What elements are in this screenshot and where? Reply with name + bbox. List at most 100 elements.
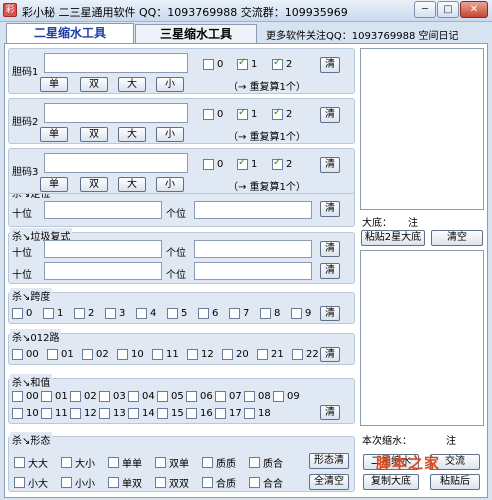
route-check-11-box[interactable]	[152, 349, 163, 360]
span-check-6[interactable]: 6	[198, 308, 218, 319]
sum-check-18-box[interactable]	[244, 408, 255, 419]
form-check-6-box[interactable]	[14, 477, 25, 488]
span-clear-button[interactable]: 清	[320, 306, 340, 321]
dan-odd-button-3[interactable]: 单	[40, 177, 68, 192]
dan-check0-2[interactable]: 0	[203, 109, 223, 120]
base-text-area[interactable]	[360, 48, 484, 210]
sum-check-03[interactable]: 03	[99, 391, 126, 402]
route-check-00-box[interactable]	[12, 349, 23, 360]
form-check-10[interactable]: 合质	[202, 475, 236, 490]
dan-check0-2-box[interactable]	[203, 109, 214, 120]
append-button[interactable]: 粘贴后	[430, 474, 480, 490]
sum-check-04[interactable]: 04	[128, 391, 155, 402]
sum-check-14-box[interactable]	[128, 408, 139, 419]
route-check-22[interactable]: 22	[292, 349, 319, 360]
form-check-1[interactable]: 大小	[61, 455, 95, 470]
dan-check1-2-box[interactable]	[237, 107, 248, 120]
route-check-01[interactable]: 01	[47, 349, 74, 360]
form-check-8[interactable]: 单双	[108, 475, 142, 490]
combo-ten-input-1[interactable]	[44, 240, 162, 258]
dan-check1-3[interactable]: 1	[237, 157, 257, 170]
route-check-00[interactable]: 00	[12, 349, 39, 360]
sum-check-17-box[interactable]	[215, 408, 226, 419]
span-check-5[interactable]: 5	[167, 308, 187, 319]
span-check-2[interactable]: 2	[74, 308, 94, 319]
dan-even-button-1[interactable]: 双	[80, 77, 108, 92]
form-check-0-box[interactable]	[14, 457, 25, 468]
sum-check-13[interactable]: 13	[99, 408, 126, 419]
sum-check-14[interactable]: 14	[128, 408, 155, 419]
route-check-20-box[interactable]	[222, 349, 233, 360]
form-check-2-box[interactable]	[108, 457, 119, 468]
form-check-1-box[interactable]	[61, 457, 72, 468]
dan-check2-3-box[interactable]	[272, 157, 283, 170]
form-check-5[interactable]: 质合	[249, 455, 283, 470]
sum-check-13-box[interactable]	[99, 408, 110, 419]
dan-odd-button-2[interactable]: 单	[40, 127, 68, 142]
sum-check-15-box[interactable]	[157, 408, 168, 419]
sum-check-02-box[interactable]	[70, 391, 81, 402]
close-button[interactable]: ✕	[460, 1, 488, 18]
paste-base-button[interactable]: 粘贴2星大底	[361, 230, 425, 246]
sum-clear-button[interactable]: 清	[320, 405, 340, 420]
route-check-10-box[interactable]	[117, 349, 128, 360]
sum-check-11-box[interactable]	[41, 408, 52, 419]
sum-check-10-box[interactable]	[12, 408, 23, 419]
route-check-11[interactable]: 11	[152, 349, 179, 360]
form-check-6[interactable]: 小大	[14, 475, 48, 490]
form-check-7[interactable]: 小小	[61, 475, 95, 490]
route-check-12[interactable]: 12	[187, 349, 214, 360]
form-check-9[interactable]: 双双	[155, 475, 189, 490]
tab-two-star[interactable]: 二星缩水工具	[6, 23, 134, 44]
route-check-02[interactable]: 02	[82, 349, 109, 360]
dan-check2-2[interactable]: 2	[272, 107, 292, 120]
sum-check-08-box[interactable]	[244, 391, 255, 402]
sum-check-01[interactable]: 01	[41, 391, 68, 402]
span-check-7-box[interactable]	[229, 308, 240, 319]
sum-check-05[interactable]: 05	[157, 391, 184, 402]
span-check-9[interactable]: 9	[291, 308, 311, 319]
combo-clear-button-1[interactable]: 清	[320, 241, 340, 257]
span-check-2-box[interactable]	[74, 308, 85, 319]
sum-check-02[interactable]: 02	[70, 391, 97, 402]
span-check-6-box[interactable]	[198, 308, 209, 319]
route-check-21[interactable]: 21	[257, 349, 284, 360]
dan-check0-1[interactable]: 0	[203, 59, 223, 70]
route-check-02-box[interactable]	[82, 349, 93, 360]
span-check-5-box[interactable]	[167, 308, 178, 319]
sum-check-17[interactable]: 17	[215, 408, 242, 419]
span-check-3[interactable]: 3	[105, 308, 125, 319]
span-check-4[interactable]: 4	[136, 308, 156, 319]
span-check-7[interactable]: 7	[229, 308, 249, 319]
sum-check-12-box[interactable]	[70, 408, 81, 419]
form-clear-button[interactable]: 形态清	[309, 453, 349, 469]
form-check-9-box[interactable]	[155, 477, 166, 488]
minimize-button[interactable]: ─	[414, 1, 436, 18]
dan-check0-3-box[interactable]	[203, 159, 214, 170]
span-check-0-box[interactable]	[12, 308, 23, 319]
combo-unit-input-2[interactable]	[194, 262, 312, 280]
route-check-22-box[interactable]	[292, 349, 303, 360]
span-check-1-box[interactable]	[43, 308, 54, 319]
span-check-9-box[interactable]	[291, 308, 302, 319]
sum-check-15[interactable]: 15	[157, 408, 184, 419]
dan-big-button-2[interactable]: 大	[118, 127, 146, 142]
sum-check-06[interactable]: 06	[186, 391, 213, 402]
route-check-10[interactable]: 10	[117, 349, 144, 360]
form-check-4-box[interactable]	[202, 457, 213, 468]
clear-all-button[interactable]: 全清空	[309, 474, 349, 490]
sum-check-12[interactable]: 12	[70, 408, 97, 419]
maximize-button[interactable]: □	[437, 1, 459, 18]
dan-small-button-3[interactable]: 小	[156, 177, 184, 192]
sum-check-04-box[interactable]	[128, 391, 139, 402]
form-check-7-box[interactable]	[61, 477, 72, 488]
dan-small-button-1[interactable]: 小	[156, 77, 184, 92]
sum-check-18[interactable]: 18	[244, 408, 271, 419]
dan-check2-3[interactable]: 2	[272, 157, 292, 170]
sum-check-00-box[interactable]	[12, 391, 23, 402]
sum-check-03-box[interactable]	[99, 391, 110, 402]
top-link[interactable]: 更多软件关注QQ：1093769988 空间日记	[266, 27, 459, 42]
sum-check-05-box[interactable]	[157, 391, 168, 402]
form-check-3[interactable]: 双单	[155, 455, 189, 470]
sum-check-07[interactable]: 07	[215, 391, 242, 402]
